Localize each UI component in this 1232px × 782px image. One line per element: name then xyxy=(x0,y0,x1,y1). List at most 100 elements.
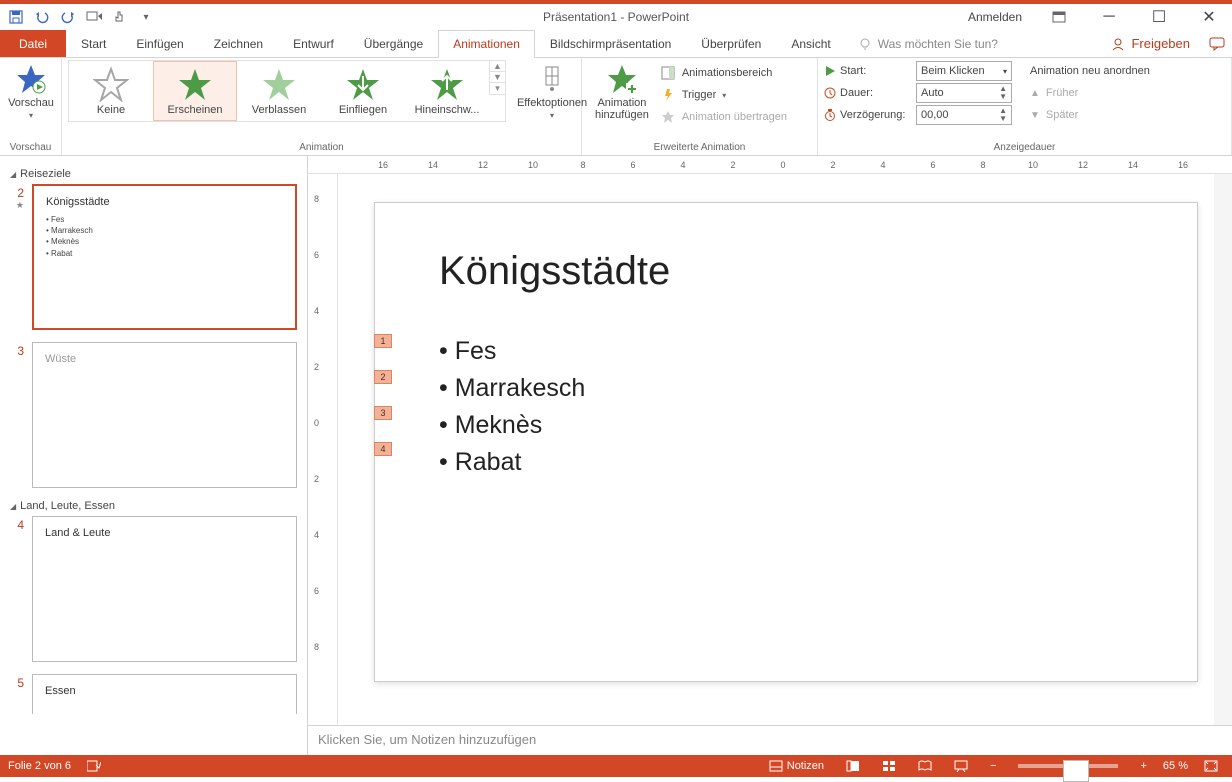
tab-draw[interactable]: Zeichnen xyxy=(199,30,278,57)
move-later-button[interactable]: ▼Später xyxy=(1026,104,1154,126)
tab-file[interactable]: Datei xyxy=(0,30,66,57)
slide-title[interactable]: Königsstädte xyxy=(439,249,670,294)
zoom-slider[interactable] xyxy=(1018,764,1118,768)
add-anim-star-icon xyxy=(606,63,638,95)
tab-slideshow[interactable]: Bildschirmpräsentation xyxy=(535,30,686,57)
delay-input[interactable]: 00,00▲▼ xyxy=(916,105,1012,125)
star-icon xyxy=(261,66,297,102)
add-animation-button[interactable]: Animation hinzufügen xyxy=(588,60,656,124)
reading-view-icon[interactable] xyxy=(912,755,938,777)
share-button[interactable]: Freigeben xyxy=(1099,30,1202,57)
animation-group-label: Animation xyxy=(68,140,575,155)
thumb-number: 2★ xyxy=(10,184,24,330)
delay-label: Verzögerung: xyxy=(840,109,905,121)
tab-start[interactable]: Start xyxy=(66,30,121,57)
anim-order-tag-1[interactable]: 1 xyxy=(374,334,392,348)
fit-to-window-icon[interactable] xyxy=(1198,755,1224,777)
anim-pane-icon xyxy=(660,65,676,81)
tab-animations[interactable]: Animationen xyxy=(438,30,535,58)
spellcheck-icon[interactable] xyxy=(81,755,107,777)
thumbnail-slide-2[interactable]: Königsstädte • Fes • Marrakesch • Meknès… xyxy=(32,184,297,330)
tab-transitions[interactable]: Übergänge xyxy=(349,30,438,57)
star-icon xyxy=(345,66,381,102)
gallery-scroll[interactable]: ▲ ▼ ▾ xyxy=(489,61,505,95)
timing-group-label: Anzeigedauer xyxy=(824,140,1225,155)
tellme-search[interactable]: Was möchten Sie tun? xyxy=(846,30,1100,57)
preview-group-label: Vorschau xyxy=(6,140,55,155)
tab-design[interactable]: Entwurf xyxy=(278,30,349,57)
undo-icon[interactable] xyxy=(34,9,50,25)
slide-canvas-area[interactable]: Königsstädte • Fes • Marrakesch • Meknès… xyxy=(338,174,1232,725)
star-icon xyxy=(93,66,129,102)
tab-insert[interactable]: Einfügen xyxy=(121,30,198,57)
thumb-row-5: 5 Essen xyxy=(10,674,297,714)
tellme-placeholder: Was möchten Sie tun? xyxy=(878,37,998,51)
qat-customize-icon[interactable]: ▾ xyxy=(138,9,154,25)
preview-button[interactable]: Vorschau ▾ xyxy=(6,60,56,123)
gallery-up-icon[interactable]: ▲ xyxy=(490,61,505,72)
bulb-icon xyxy=(858,37,872,51)
slide-thumbnails-pane[interactable]: Reiseziele 2★ Königsstädte • Fes • Marra… xyxy=(0,156,308,755)
thumbnail-slide-5[interactable]: Essen xyxy=(32,674,297,714)
thumb-number: 4 xyxy=(10,516,24,662)
trigger-button[interactable]: Trigger ▾ xyxy=(656,84,791,106)
zoom-out-icon[interactable]: − xyxy=(984,755,1002,777)
preview-star-icon xyxy=(15,63,47,95)
anim-order-tag-3[interactable]: 3 xyxy=(374,406,392,420)
minimize-icon[interactable]: ─ xyxy=(1086,4,1132,30)
normal-view-icon[interactable] xyxy=(840,755,866,777)
thumb-row-4: 4 Land & Leute xyxy=(10,516,297,662)
delay-clock-icon xyxy=(824,109,836,121)
anim-appear[interactable]: Erscheinen xyxy=(153,61,237,121)
notes-toggle[interactable]: Notizen xyxy=(763,755,830,777)
anim-fade[interactable]: Verblassen xyxy=(237,61,321,121)
comments-icon[interactable] xyxy=(1202,30,1232,57)
notes-pane[interactable]: Klicken Sie, um Notizen hinzuzufügen xyxy=(308,725,1232,755)
close-icon[interactable]: ✕ xyxy=(1186,4,1232,30)
gallery-down-icon[interactable]: ▼ xyxy=(490,72,505,83)
slideshow-view-icon[interactable] xyxy=(948,755,974,777)
star-icon xyxy=(177,66,213,102)
clock-icon xyxy=(824,87,836,99)
anim-floatin[interactable]: Hineinschw... xyxy=(405,61,489,121)
thumb-row-3: 3 Wüste xyxy=(10,342,297,488)
titlebar: ▾ Präsentation1 - PowerPoint Anmelden ─ … xyxy=(0,0,1232,30)
start-from-beginning-icon[interactable] xyxy=(86,9,102,25)
maximize-icon[interactable]: ☐ xyxy=(1136,4,1182,30)
sign-in-link[interactable]: Anmelden xyxy=(958,6,1032,28)
slide-sorter-view-icon[interactable] xyxy=(876,755,902,777)
animation-gallery[interactable]: Keine Erscheinen Verblassen Einfliegen H… xyxy=(68,60,506,122)
gallery-more-icon[interactable]: ▾ xyxy=(490,83,505,95)
animation-pane-button[interactable]: Animationsbereich xyxy=(656,62,791,84)
zoom-level[interactable]: 65 % xyxy=(1163,760,1188,772)
ribbon: Vorschau ▾ Vorschau Keine Erscheinen Ver… xyxy=(0,58,1232,156)
anim-painter-icon xyxy=(660,109,676,125)
thumbnail-slide-4[interactable]: Land & Leute xyxy=(32,516,297,662)
effect-options-icon xyxy=(536,63,568,95)
touch-mode-icon[interactable] xyxy=(112,9,128,25)
save-icon[interactable] xyxy=(8,9,24,25)
move-earlier-button[interactable]: ▲Früher xyxy=(1026,82,1154,104)
start-dropdown[interactable]: Beim Klicken▾ xyxy=(916,61,1012,81)
tab-view[interactable]: Ansicht xyxy=(776,30,845,57)
start-label: Start: xyxy=(840,65,866,77)
tab-review[interactable]: Überprüfen xyxy=(686,30,776,57)
duration-input[interactable]: Auto▲▼ xyxy=(916,83,1012,103)
anim-none[interactable]: Keine xyxy=(69,61,153,121)
thumb-number: 3 xyxy=(10,342,24,488)
effect-options-button[interactable]: Effektoptionen ▾ xyxy=(512,60,592,123)
thumbnail-slide-3[interactable]: Wüste xyxy=(32,342,297,488)
ribbon-display-options-icon[interactable] xyxy=(1036,4,1082,30)
redo-icon[interactable] xyxy=(60,9,76,25)
section-land-leute-essen[interactable]: Land, Leute, Essen xyxy=(10,500,297,512)
animation-painter-button[interactable]: Animation übertragen xyxy=(656,106,791,128)
anim-order-tag-4[interactable]: 4 xyxy=(374,442,392,456)
section-reiseziele[interactable]: Reiseziele xyxy=(10,168,297,180)
vertical-scrollbar[interactable] xyxy=(1214,174,1232,725)
slide[interactable]: Königsstädte • Fes • Marrakesch • Meknès… xyxy=(374,202,1198,682)
slide-body[interactable]: • Fes • Marrakesch • Meknès • Rabat xyxy=(439,333,585,481)
anim-order-tag-2[interactable]: 2 xyxy=(374,370,392,384)
reorder-label: Animation neu anordnen xyxy=(1026,60,1154,82)
anim-flyin[interactable]: Einfliegen xyxy=(321,61,405,121)
zoom-in-icon[interactable]: + xyxy=(1134,755,1152,777)
